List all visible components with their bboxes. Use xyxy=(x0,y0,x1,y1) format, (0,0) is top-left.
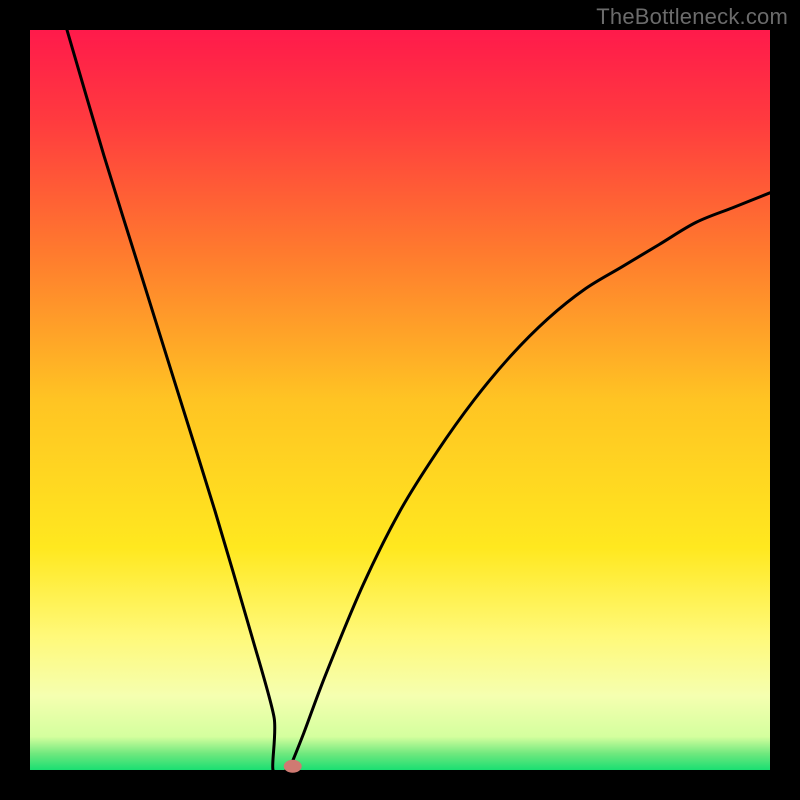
chart-container: TheBottleneck.com xyxy=(0,0,800,800)
attribution-label: TheBottleneck.com xyxy=(596,4,788,30)
optimal-point-marker xyxy=(284,760,302,773)
bottleneck-chart xyxy=(0,0,800,800)
plot-background xyxy=(30,30,770,770)
